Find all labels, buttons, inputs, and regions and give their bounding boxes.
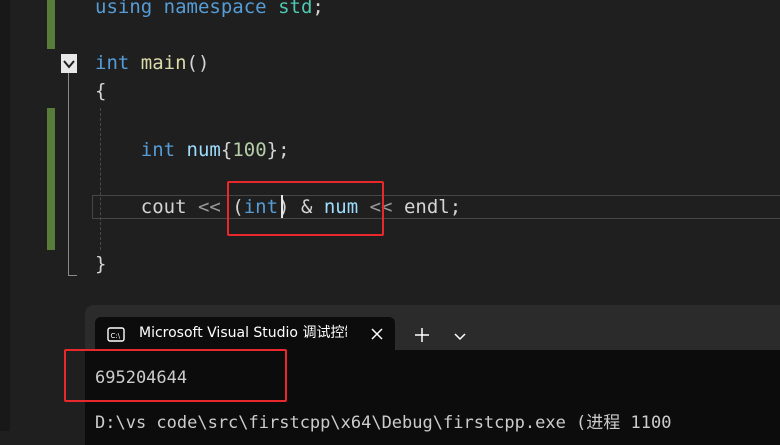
code-token: std	[278, 0, 313, 18]
code-line[interactable]: {	[95, 79, 106, 103]
console-tab-title: Microsoft Visual Studio 调试控制台	[139, 325, 347, 341]
console-tab-bar: C:\ Microsoft Visual Studio 调试控制台	[85, 305, 780, 350]
chevron-down-icon	[63, 59, 75, 69]
annotation-box-cast	[227, 181, 384, 236]
code-line[interactable]: int num{100};	[95, 138, 290, 162]
code-token: 100	[232, 139, 267, 161]
plus-icon[interactable]	[412, 325, 432, 345]
annotation-box-output	[64, 349, 287, 402]
code-token: int	[140, 139, 176, 161]
code-token: ()	[186, 52, 210, 74]
console-tab[interactable]: C:\ Microsoft Visual Studio 调试控制台	[95, 317, 395, 350]
chevron-down-icon[interactable]	[451, 327, 469, 345]
code-token: <<	[197, 196, 221, 218]
code-line[interactable]: using namespace std;	[95, 0, 324, 19]
code-line[interactable]: int main()	[95, 51, 209, 75]
indent-guide	[100, 108, 101, 250]
close-icon[interactable]	[367, 324, 387, 344]
code-token: cout	[95, 196, 198, 218]
code-token: using	[95, 0, 153, 18]
svg-text:C:\: C:\	[111, 332, 121, 340]
code-token: num	[186, 139, 221, 161]
fold-guide-end	[68, 275, 77, 276]
fold-guide-line	[68, 73, 69, 276]
code-token: }	[95, 253, 107, 275]
code-token: endl;	[392, 196, 462, 218]
change-marker	[47, 108, 55, 250]
code-token: {	[95, 80, 107, 102]
code-line[interactable]: }	[95, 252, 106, 276]
terminal-icon: C:\	[107, 327, 125, 346]
change-marker	[47, 0, 55, 49]
editor-left-strip	[0, 0, 10, 431]
code-token: ;	[312, 0, 324, 18]
fold-toggle[interactable]	[61, 54, 77, 73]
code-token: };	[266, 139, 290, 161]
code-token: {	[220, 139, 233, 161]
code-token: int	[95, 52, 130, 74]
code-token: namespace	[163, 0, 267, 18]
code-token: main	[140, 52, 187, 74]
